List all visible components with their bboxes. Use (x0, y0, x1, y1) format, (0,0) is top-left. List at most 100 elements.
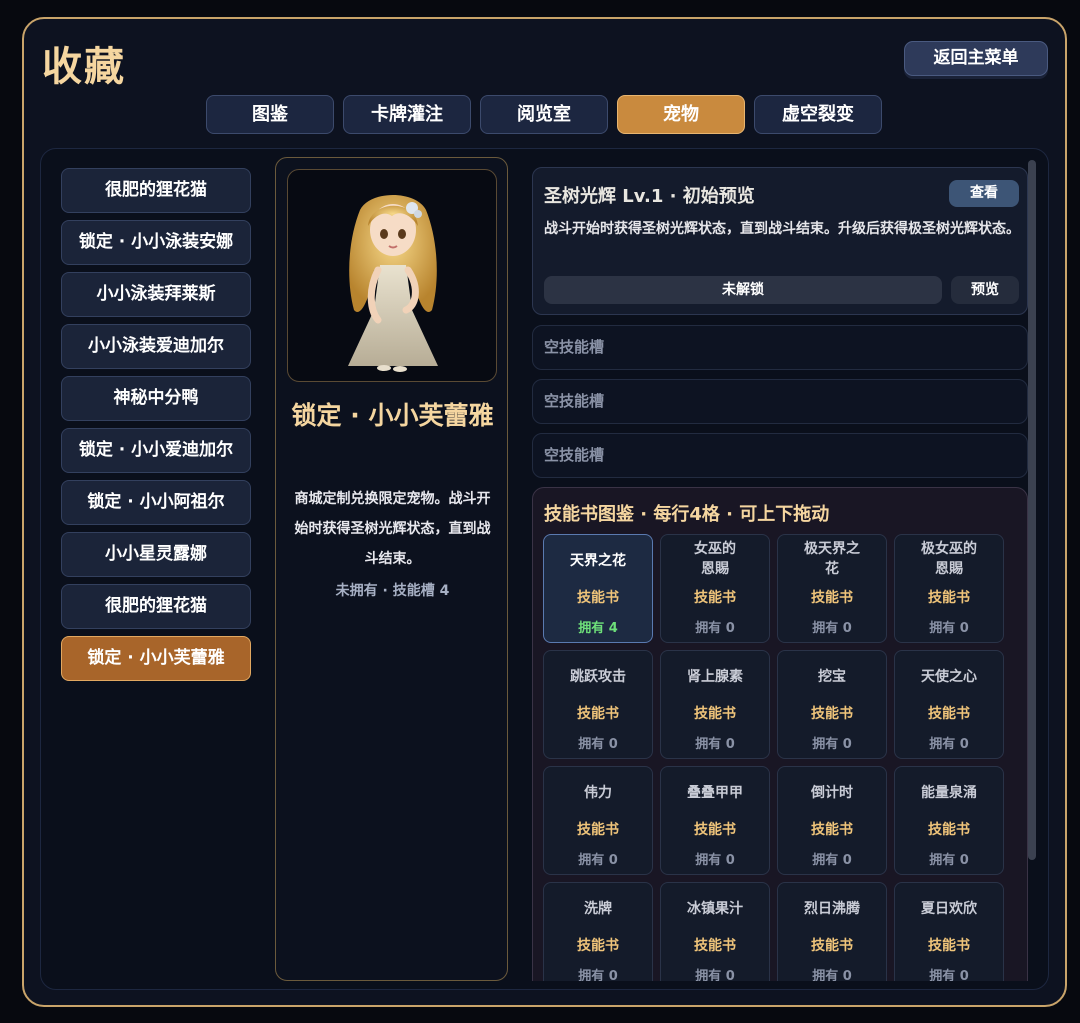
skillbook-card[interactable]: 极天界之花 技能书 拥有 0 (777, 534, 887, 643)
pet-list-item[interactable]: 锁定 · 小小阿祖尔 (61, 480, 251, 525)
skillbook-card[interactable]: 倒计时 技能书 拥有 0 (777, 766, 887, 875)
tab-bar: 图鉴 卡牌灌注 阅览室 宠物 虚空裂变 (206, 95, 882, 134)
skillbook-owned: 拥有 0 (812, 969, 852, 981)
skillbook-card[interactable]: 烈日沸腾 技能书 拥有 0 (777, 882, 887, 981)
skillbook-grid: 天界之花 技能书 拥有 4 女巫的恩賜 技能书 拥有 0 极天界之花 技能书 拥… (543, 534, 1009, 981)
skillbook-owned: 拥有 0 (812, 621, 852, 636)
empty-skill-slot[interactable]: 空技能槽 (532, 325, 1028, 370)
skillbook-type: 技能书 (811, 938, 853, 954)
skillbook-card[interactable]: 极女巫的恩賜 技能书 拥有 0 (894, 534, 1004, 643)
pet-list-item[interactable]: 很肥的狸花猫 (61, 584, 251, 629)
skillbook-name: 洗牌 (584, 901, 612, 917)
skillbook-type: 技能书 (811, 590, 853, 606)
skillbook-name: 肾上腺素 (687, 669, 743, 685)
preview-button[interactable]: 预览 (951, 276, 1019, 304)
skillbook-owned: 拥有 0 (578, 853, 618, 868)
pet-list-item-selected[interactable]: 锁定 · 小小芙蕾雅 (61, 636, 251, 681)
skillbook-type: 技能书 (928, 590, 970, 606)
skillbook-card[interactable]: 冰镇果汁 技能书 拥有 0 (660, 882, 770, 981)
empty-skill-slot[interactable]: 空技能槽 (532, 379, 1028, 424)
pet-detail-card: 锁定 · 小小芙蕾雅 商城定制兑换限定宠物。战斗开始时获得圣树光辉状态，直到战斗… (275, 157, 508, 981)
skillbook-owned: 拥有 0 (578, 737, 618, 752)
skillbook-card[interactable]: 肾上腺素 技能书 拥有 0 (660, 650, 770, 759)
skillbook-card[interactable]: 挖宝 技能书 拥有 0 (777, 650, 887, 759)
back-to-main-menu-button[interactable]: 返回主菜单 (904, 41, 1048, 76)
skillbook-name: 冰镇果汁 (687, 901, 743, 917)
skillbook-name: 天使之心 (921, 669, 977, 685)
skillbook-owned: 拥有 0 (578, 969, 618, 981)
skillbook-name: 倒计时 (811, 785, 853, 801)
skillbook-card[interactable]: 叠叠甲甲 技能书 拥有 0 (660, 766, 770, 875)
skillbook-card[interactable]: 女巫的恩賜 技能书 拥有 0 (660, 534, 770, 643)
pet-list-item[interactable]: 小小泳装拜莱斯 (61, 272, 251, 317)
skillbook-name: 挖宝 (818, 669, 846, 685)
unlock-status-bar[interactable]: 未解锁 (544, 276, 942, 304)
skillbook-owned: 拥有 0 (695, 853, 735, 868)
skillbook-type: 技能书 (811, 706, 853, 722)
pet-portrait (287, 169, 497, 382)
skillbook-card[interactable]: 天使之心 技能书 拥有 0 (894, 650, 1004, 759)
skillbook-codex: 技能书图鉴 · 每行4格 · 可上下拖动 天界之花 技能书 拥有 4 女巫的恩賜… (532, 487, 1028, 981)
skill-card: 圣树光辉 Lv.1 · 初始预览 查看 战斗开始时获得圣树光辉状态，直到战斗结束… (532, 167, 1028, 315)
skillbook-owned: 拥有 0 (695, 737, 735, 752)
skillbook-owned: 拥有 4 (578, 621, 618, 636)
skillbook-owned: 拥有 0 (812, 737, 852, 752)
skillbook-owned: 拥有 0 (695, 969, 735, 981)
skillbook-type: 技能书 (577, 590, 619, 606)
skillbook-type: 技能书 (694, 590, 736, 606)
skillbook-name: 跳跃攻击 (570, 669, 626, 685)
skillbook-name: 女巫的恩賜 (694, 541, 736, 577)
skillbook-name: 极天界之花 (804, 541, 860, 577)
skills-panel: 圣树光辉 Lv.1 · 初始预览 查看 战斗开始时获得圣树光辉状态，直到战斗结束… (532, 167, 1028, 981)
skillbook-card[interactable]: 跳跃攻击 技能书 拥有 0 (543, 650, 653, 759)
skillbook-name: 极女巫的恩賜 (921, 541, 977, 577)
skillbook-name: 烈日沸腾 (804, 901, 860, 917)
skillbook-type: 技能书 (577, 706, 619, 722)
skillbook-name: 天界之花 (570, 553, 626, 569)
tab-pets[interactable]: 宠物 (617, 95, 745, 134)
empty-skill-slot[interactable]: 空技能槽 (532, 433, 1028, 478)
skillbook-name: 叠叠甲甲 (687, 785, 743, 801)
pet-status: 未拥有 · 技能槽 4 (335, 583, 450, 599)
pet-list-item[interactable]: 锁定 · 小小爱迪加尔 (61, 428, 251, 473)
scrollbar[interactable] (1028, 160, 1036, 860)
skillbook-type: 技能书 (811, 822, 853, 838)
pet-list-item[interactable]: 锁定 · 小小泳装安娜 (61, 220, 251, 265)
skillbook-card[interactable]: 洗牌 技能书 拥有 0 (543, 882, 653, 981)
view-button[interactable]: 查看 (949, 180, 1019, 207)
skillbook-card[interactable]: 夏日欢欣 技能书 拥有 0 (894, 882, 1004, 981)
pet-description: 商城定制兑换限定宠物。战斗开始时获得圣树光辉状态，直到战斗结束。 (294, 491, 491, 567)
skillbook-type: 技能书 (928, 706, 970, 722)
skillbook-name: 能量泉涌 (921, 785, 977, 801)
skillbook-name: 夏日欢欣 (921, 901, 977, 917)
tab-codex[interactable]: 图鉴 (206, 95, 334, 134)
pet-list-item[interactable]: 很肥的狸花猫 (61, 168, 251, 213)
skillbook-codex-title: 技能书图鉴 · 每行4格 · 可上下拖动 (544, 504, 830, 525)
pet-list-item[interactable]: 神秘中分鸭 (61, 376, 251, 421)
page-title: 收藏 (42, 44, 126, 90)
tab-card-infusion[interactable]: 卡牌灌注 (343, 95, 471, 134)
skillbook-card[interactable]: 天界之花 技能书 拥有 4 (543, 534, 653, 643)
skillbook-owned: 拥有 0 (929, 621, 969, 636)
tab-void-fission[interactable]: 虚空裂变 (754, 95, 882, 134)
skillbook-owned: 拥有 0 (812, 853, 852, 868)
skill-title: 圣树光辉 Lv.1 · 初始预览 (544, 186, 755, 207)
pet-list-item[interactable]: 小小泳装爱迪加尔 (61, 324, 251, 369)
skillbook-owned: 拥有 0 (929, 969, 969, 981)
pet-list-item[interactable]: 小小星灵露娜 (61, 532, 251, 577)
pet-list: 很肥的狸花猫 锁定 · 小小泳装安娜 小小泳装拜莱斯 小小泳装爱迪加尔 神秘中分… (61, 168, 251, 688)
skillbook-type: 技能书 (577, 822, 619, 838)
skillbook-type: 技能书 (928, 938, 970, 954)
pet-character-image (348, 195, 438, 372)
skillbook-type: 技能书 (928, 822, 970, 838)
skillbook-card[interactable]: 能量泉涌 技能书 拥有 0 (894, 766, 1004, 875)
skillbook-type: 技能书 (694, 706, 736, 722)
skillbook-owned: 拥有 0 (929, 853, 969, 868)
tab-reading-room[interactable]: 阅览室 (480, 95, 608, 134)
skillbook-name: 伟力 (584, 785, 612, 801)
skillbook-owned: 拥有 0 (929, 737, 969, 752)
skillbook-type: 技能书 (577, 938, 619, 954)
skillbook-card[interactable]: 伟力 技能书 拥有 0 (543, 766, 653, 875)
pet-name: 锁定 · 小小芙蕾雅 (291, 401, 494, 430)
skillbook-type: 技能书 (694, 822, 736, 838)
